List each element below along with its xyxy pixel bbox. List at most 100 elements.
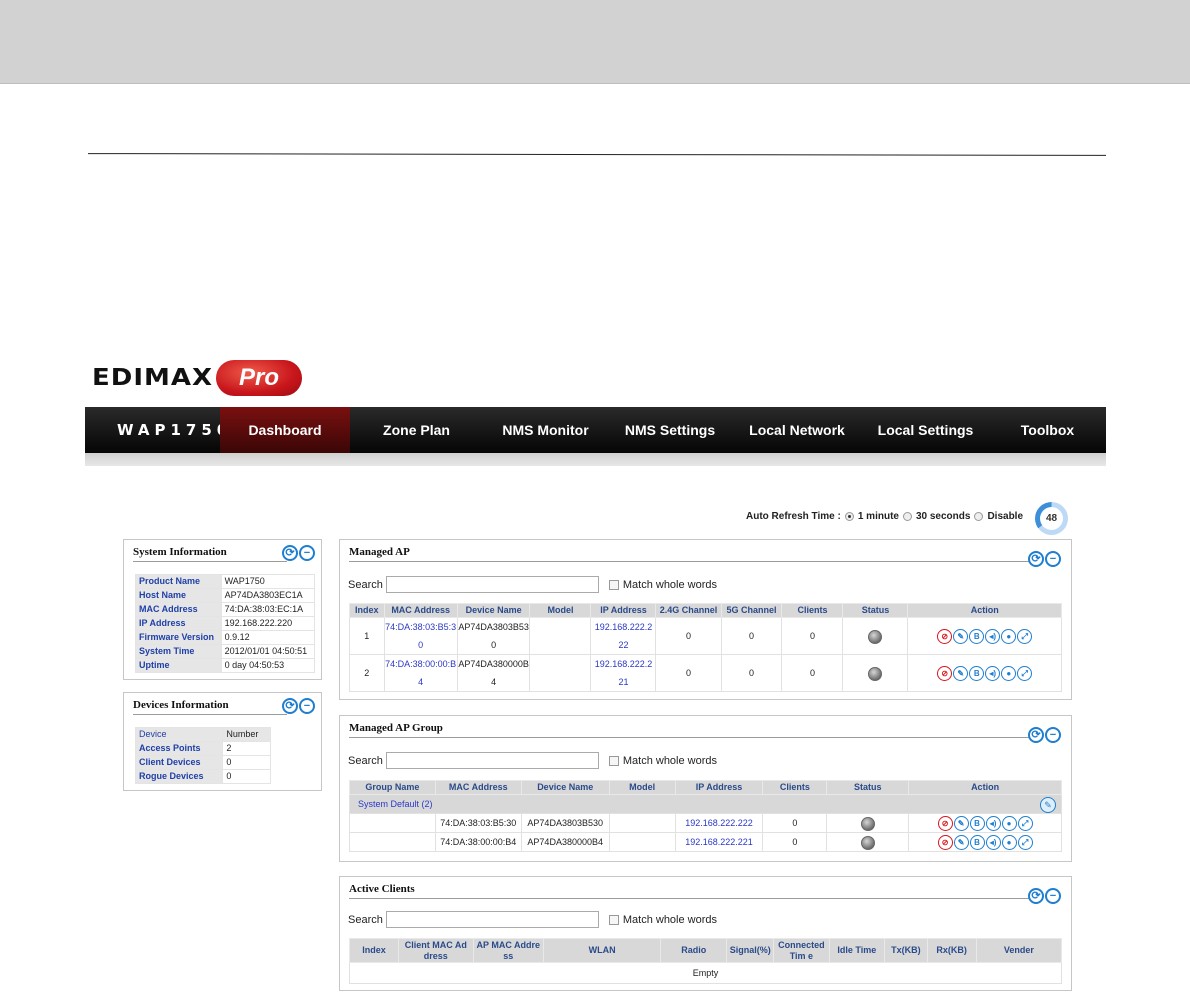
column-header[interactable]: Status	[842, 603, 909, 618]
managed-ap-table: Index MAC Address Device Name Model IP Addre…	[349, 603, 1062, 692]
column-header[interactable]: Tx(KB)	[884, 938, 928, 963]
reboot-icon[interactable]: B	[969, 629, 985, 645]
column-header[interactable]: Device Name	[520, 780, 610, 795]
column-header[interactable]: Action	[908, 780, 1062, 795]
nav-dashboard[interactable]: Dashboard	[220, 407, 350, 453]
column-header[interactable]: MAC Address	[434, 780, 522, 795]
nav-local-settings[interactable]: Local Settings	[862, 407, 989, 453]
block-icon[interactable]: ⊘	[937, 666, 953, 682]
ap-ip-link[interactable]: 192.168.222.2 21	[590, 654, 657, 692]
ap-mac-link[interactable]: 74:DA:38:03:B5:3 0	[383, 617, 458, 655]
collapse-icon[interactable]: −	[1045, 888, 1061, 904]
info-value: 192.168.222.220	[220, 616, 316, 631]
collapse-icon[interactable]: −	[299, 545, 315, 561]
chat-icon[interactable]: ●	[1001, 835, 1017, 851]
block-icon[interactable]: ⊘	[937, 816, 953, 832]
column-header[interactable]: IP Address	[674, 780, 764, 795]
column-header[interactable]: Index	[348, 938, 400, 963]
action-icons: ⊘ ✎ B ◂) ● ⤢	[937, 629, 1033, 645]
column-header[interactable]: Device Name	[456, 603, 531, 618]
nav-zone-plan[interactable]: Zone Plan	[350, 407, 483, 453]
edit-icon[interactable]: ✎	[953, 816, 969, 832]
refresh-icon[interactable]: ⟳	[282, 545, 298, 561]
column-header[interactable]: WLAN	[542, 938, 662, 963]
column-header[interactable]: Radio	[660, 938, 728, 963]
column-header[interactable]: Status	[826, 780, 910, 795]
edit-icon[interactable]: ✎	[953, 835, 969, 851]
block-icon[interactable]: ⊘	[937, 629, 953, 645]
match-whole-words-checkbox[interactable]	[608, 755, 619, 766]
edit-icon[interactable]: ✎	[953, 629, 969, 645]
search-label: Search	[348, 754, 383, 767]
column-header[interactable]: Rx(KB)	[926, 938, 977, 963]
device-type: Rogue Devices	[134, 769, 224, 784]
group-name[interactable]: System Default (2)	[358, 799, 433, 809]
refresh-icon[interactable]: ⟳	[282, 698, 298, 714]
column-header[interactable]: Group Name	[349, 780, 436, 795]
column-header[interactable]: MAC Address	[383, 603, 458, 618]
refresh-1min-radio[interactable]	[844, 512, 854, 521]
column-header[interactable]: Clients	[781, 603, 844, 618]
link-icon[interactable]: ⤢	[1017, 816, 1033, 832]
match-whole-words-checkbox[interactable]	[608, 914, 619, 925]
column-header[interactable]: Signal(%)	[726, 938, 775, 963]
nav-shadow	[85, 453, 1106, 466]
refresh-icon[interactable]: ⟳	[1028, 888, 1044, 904]
locate-icon[interactable]: ◂)	[985, 629, 1001, 645]
refresh-1min-label: 1 minute	[857, 511, 899, 522]
column-header[interactable]: Idle Time	[828, 938, 886, 963]
group-ap-clients: 0	[762, 813, 828, 833]
column-header[interactable]: IP Address	[590, 603, 657, 618]
chat-icon[interactable]: ●	[1001, 816, 1017, 832]
column-header[interactable]: Vender	[975, 938, 1063, 963]
reboot-icon[interactable]: B	[969, 835, 985, 851]
nav-nms-settings[interactable]: NMS Settings	[608, 407, 732, 453]
locate-icon[interactable]: ◂)	[985, 816, 1001, 832]
link-icon[interactable]: ⤢	[1017, 835, 1033, 851]
locate-icon[interactable]: ◂)	[985, 666, 1001, 682]
managed-ap-search: Search Match whole words	[348, 576, 717, 593]
chat-icon[interactable]: ●	[1001, 666, 1017, 682]
column-header[interactable]: Client MAC Ad dress	[398, 938, 474, 963]
table-row: System Time 2012/01/01 04:50:51	[135, 644, 316, 659]
group-ap-ip-link[interactable]: 192.168.222.222	[674, 813, 764, 833]
group-ap-ip-link[interactable]: 192.168.222.221	[674, 832, 764, 852]
column-header[interactable]: 2.4G Channel	[655, 603, 722, 618]
search-input[interactable]	[385, 911, 599, 928]
info-key: IP Address	[135, 616, 222, 631]
refresh-30s-radio[interactable]	[902, 512, 912, 521]
link-icon[interactable]: ⤢	[1017, 629, 1033, 645]
ap-mac-link[interactable]: 74:DA:38:00:00:B 4	[383, 654, 458, 692]
edit-icon[interactable]: ✎	[953, 666, 969, 682]
refresh-icon[interactable]: ⟳	[1028, 551, 1044, 567]
column-header[interactable]: Connected Tim e	[773, 938, 830, 963]
search-input[interactable]	[385, 752, 599, 769]
link-icon[interactable]: ⤢	[1017, 666, 1033, 682]
column-header[interactable]: Model	[608, 780, 676, 795]
edit-group-icon[interactable]: ✎	[1040, 797, 1056, 813]
column-header[interactable]: 5G Channel	[720, 603, 783, 618]
ap-ip-link[interactable]: 192.168.222.2 22	[590, 617, 657, 655]
block-icon[interactable]: ⊘	[937, 835, 953, 851]
reboot-icon[interactable]: B	[969, 816, 985, 832]
collapse-icon[interactable]: −	[1045, 551, 1061, 567]
nav-toolbox[interactable]: Toolbox	[989, 407, 1106, 453]
collapse-icon[interactable]: −	[299, 698, 315, 714]
column-header[interactable]: AP MAC Addre ss	[472, 938, 544, 963]
refresh-icon[interactable]: ⟳	[1028, 727, 1044, 743]
chat-icon[interactable]: ●	[1001, 629, 1017, 645]
column-header[interactable]: Model	[529, 603, 592, 618]
group-row[interactable]: System Default (2) ✎	[349, 794, 1062, 814]
refresh-disable-radio[interactable]	[974, 512, 984, 521]
collapse-icon[interactable]: −	[1045, 727, 1061, 743]
column-header[interactable]: Action	[907, 603, 1062, 618]
column-header[interactable]: Index	[349, 603, 385, 618]
column-header[interactable]: Clients	[762, 780, 828, 795]
nav-nms-monitor[interactable]: NMS Monitor	[483, 407, 608, 453]
locate-icon[interactable]: ◂)	[985, 835, 1001, 851]
refresh-countdown-value: 48	[1040, 507, 1063, 530]
nav-local-network[interactable]: Local Network	[732, 407, 862, 453]
reboot-icon[interactable]: B	[969, 666, 985, 682]
search-input[interactable]	[385, 576, 599, 593]
match-whole-words-checkbox[interactable]	[608, 579, 619, 590]
